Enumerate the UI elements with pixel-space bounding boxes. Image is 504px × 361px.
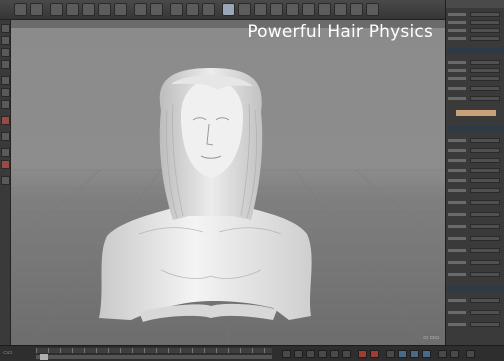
viewport-status: ▭ ▭▭ <box>423 335 439 341</box>
record-icon[interactable] <box>358 350 367 358</box>
layout-icon[interactable] <box>334 3 347 16</box>
attribute-row[interactable] <box>448 310 503 315</box>
frame-field[interactable]: ▭▭ <box>3 350 12 356</box>
tag-icon[interactable] <box>318 3 331 16</box>
axis-icon[interactable] <box>114 3 127 16</box>
filter-icon[interactable] <box>366 3 379 16</box>
attribute-row[interactable] <box>448 76 503 81</box>
light-icon[interactable] <box>238 3 251 16</box>
attribute-row[interactable] <box>448 148 503 153</box>
attribute-row[interactable] <box>448 60 503 65</box>
param-key-icon[interactable] <box>438 350 447 358</box>
attribute-row[interactable] <box>448 12 503 17</box>
render-icon[interactable] <box>134 3 147 16</box>
autokey-icon[interactable] <box>370 350 379 358</box>
brush-icon[interactable] <box>1 148 10 157</box>
3d-viewport[interactable]: Powerful Hair Physics ▭ ▭▭ <box>11 20 445 345</box>
attribute-row[interactable] <box>448 236 503 241</box>
next-frame-icon[interactable] <box>330 350 339 358</box>
points-icon[interactable] <box>1 36 10 45</box>
attribute-row[interactable] <box>448 28 503 33</box>
lock-icon[interactable] <box>1 160 10 169</box>
axis-icon[interactable] <box>1 76 10 85</box>
play-reverse-icon[interactable] <box>306 350 315 358</box>
promo-title: Powerful Hair Physics <box>247 22 433 42</box>
solo-icon[interactable] <box>1 132 10 141</box>
attribute-row[interactable] <box>448 20 503 25</box>
camera-icon[interactable] <box>254 3 267 16</box>
edges-icon[interactable] <box>1 48 10 57</box>
timeline-menu-icon[interactable] <box>466 350 475 358</box>
cube-icon[interactable] <box>170 3 183 16</box>
attribute-row[interactable] <box>448 86 503 91</box>
play-icon[interactable] <box>318 350 327 358</box>
texture-icon[interactable] <box>1 88 10 97</box>
main-toolbar <box>0 0 504 20</box>
attribute-row[interactable] <box>448 178 503 183</box>
attribute-row[interactable] <box>448 200 503 205</box>
attribute-row[interactable] <box>448 298 503 303</box>
spline-icon[interactable] <box>186 3 199 16</box>
display-icon[interactable] <box>350 3 363 16</box>
redo-icon[interactable] <box>30 3 43 16</box>
render-view-icon[interactable] <box>150 3 163 16</box>
timeline: ▭▭ <box>0 345 504 361</box>
left-toolbar <box>0 20 11 345</box>
attribute-row[interactable] <box>448 224 503 229</box>
playhead[interactable] <box>40 354 48 360</box>
attribute-row[interactable] <box>448 96 503 101</box>
section-bar <box>446 286 504 292</box>
timeline-track[interactable] <box>36 355 272 359</box>
attribute-row[interactable] <box>448 158 503 163</box>
polygons-icon[interactable] <box>1 60 10 69</box>
panel-header <box>446 0 504 8</box>
grid-icon[interactable] <box>1 176 10 185</box>
keyframe-icon[interactable] <box>386 350 395 358</box>
select-icon[interactable] <box>50 3 63 16</box>
attribute-row[interactable] <box>448 260 503 265</box>
scale-key-icon[interactable] <box>410 350 419 358</box>
attribute-row[interactable] <box>448 188 503 193</box>
deformer-icon[interactable] <box>270 3 283 16</box>
prev-frame-icon[interactable] <box>294 350 303 358</box>
section-bar <box>446 48 504 54</box>
timeline-ruler[interactable] <box>36 348 272 353</box>
position-key-icon[interactable] <box>398 350 407 358</box>
goto-start-icon[interactable] <box>282 350 291 358</box>
environment-icon[interactable] <box>302 3 315 16</box>
female-bust-model[interactable] <box>11 20 445 345</box>
attribute-row[interactable] <box>448 212 503 217</box>
attribute-row[interactable] <box>448 36 503 41</box>
snap-icon[interactable] <box>1 116 10 125</box>
attribute-row[interactable] <box>448 248 503 253</box>
hair-icon[interactable] <box>222 3 235 16</box>
workplane-icon[interactable] <box>1 100 10 109</box>
attribute-row[interactable] <box>448 68 503 73</box>
rotate-icon[interactable] <box>98 3 111 16</box>
move-icon[interactable] <box>66 3 79 16</box>
mode-icon[interactable] <box>1 24 10 33</box>
attribute-manager <box>445 0 504 345</box>
section-bar <box>446 126 504 132</box>
attribute-row[interactable] <box>448 138 503 143</box>
pla-key-icon[interactable] <box>450 350 459 358</box>
undo-icon[interactable] <box>14 3 27 16</box>
rotation-key-icon[interactable] <box>422 350 431 358</box>
goto-end-icon[interactable] <box>342 350 351 358</box>
attribute-row[interactable] <box>448 168 503 173</box>
attribute-row[interactable] <box>448 322 503 327</box>
selected-tab[interactable] <box>456 110 496 116</box>
nurbs-icon[interactable] <box>202 3 215 16</box>
scene-icon[interactable] <box>286 3 299 16</box>
scale-icon[interactable] <box>82 3 95 16</box>
attribute-row[interactable] <box>448 272 503 277</box>
